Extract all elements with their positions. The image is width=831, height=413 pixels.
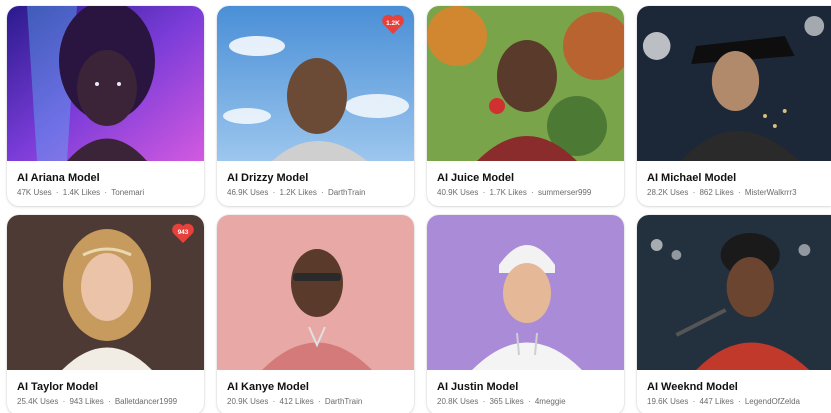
model-stats: 19.6K Uses · 447 Likes · LegendOfZelda (647, 397, 800, 406)
model-card-taylor[interactable]: 943 AI Taylor Model 25.4K Uses · 943 Lik… (7, 215, 204, 413)
uses-count: 19.6K Uses (647, 397, 689, 406)
model-title: AI Weeknd Model (647, 381, 738, 393)
model-title: AI Ariana Model (17, 172, 100, 184)
model-card-michael[interactable]: AI Michael Model 28.2K Uses · 862 Likes … (637, 6, 831, 206)
author-name: Balletdancer1999 (114, 397, 178, 406)
heart-badge-count: 943 (177, 228, 189, 236)
likes-count: 447 Likes (699, 397, 734, 406)
model-thumbnail (217, 215, 414, 370)
likes-count: 412 Likes (279, 397, 314, 406)
author-name: 4meggie (534, 397, 566, 406)
model-title: AI Justin Model (437, 381, 519, 393)
model-card-ariana[interactable]: AI Ariana Model 47K Uses · 1.4K Likes · … (7, 6, 204, 206)
model-card-justin[interactable]: AI Justin Model 20.8K Uses · 365 Likes ·… (427, 215, 624, 413)
author-name: Tonemari (111, 188, 145, 197)
uses-count: 40.9K Uses (437, 188, 479, 197)
model-stats: 46.9K Uses · 1.2K Likes · DarthTrain (227, 188, 366, 197)
author-name: DarthTrain (327, 188, 366, 197)
model-title: AI Kanye Model (227, 381, 309, 393)
uses-count: 28.2K Uses (647, 188, 689, 197)
model-stats: 25.4K Uses · 943 Likes · Balletdancer199… (17, 397, 178, 406)
likes-count: 1.2K Likes (279, 188, 317, 197)
uses-count: 47K Uses (17, 188, 52, 197)
model-card-weeknd[interactable]: AI Weeknd Model 19.6K Uses · 447 Likes ·… (637, 215, 831, 413)
model-stats: 40.9K Uses · 1.7K Likes · summerser999 (437, 188, 592, 197)
likes-count: 1.7K Likes (489, 188, 527, 197)
model-thumbnail (637, 6, 831, 161)
heart-badge-count: 1.2K (386, 19, 400, 27)
model-card-drizzy[interactable]: 1.2K AI Drizzy Model 46.9K Uses · 1.2K L… (217, 6, 414, 206)
author-name: DarthTrain (324, 397, 363, 406)
model-stats: 20.9K Uses · 412 Likes · DarthTrain (227, 397, 363, 406)
model-thumbnail (427, 6, 624, 161)
model-title: AI Drizzy Model (227, 172, 309, 184)
author-name: summerser999 (537, 188, 592, 197)
likes-heart-badge: 1.2K (381, 13, 405, 35)
model-card-kanye[interactable]: AI Kanye Model 20.9K Uses · 412 Likes · … (217, 215, 414, 413)
likes-count: 365 Likes (489, 397, 524, 406)
model-grid: AI Ariana Model 47K Uses · 1.4K Likes · … (0, 0, 831, 413)
uses-count: 46.9K Uses (227, 188, 269, 197)
likes-count: 1.4K Likes (62, 188, 101, 197)
model-title: AI Juice Model (437, 172, 515, 184)
likes-count: 862 Likes (699, 188, 734, 197)
uses-count: 25.4K Uses (17, 397, 59, 406)
model-title: AI Taylor Model (17, 381, 99, 393)
uses-count: 20.9K Uses (227, 397, 269, 406)
author-name: MisterWalkrrr3 (744, 188, 797, 197)
likes-count: 943 Likes (69, 397, 104, 406)
uses-count: 20.8K Uses (437, 397, 479, 406)
model-stats: 28.2K Uses · 862 Likes · MisterWalkrrr3 (647, 188, 797, 197)
model-thumbnail (7, 6, 204, 161)
model-thumbnail (637, 215, 831, 370)
model-thumbnail (427, 215, 624, 370)
model-stats: 47K Uses · 1.4K Likes · Tonemari (17, 188, 145, 197)
model-title: AI Michael Model (647, 172, 737, 184)
author-name: LegendOfZelda (744, 397, 800, 406)
model-card-juice[interactable]: AI Juice Model 40.9K Uses · 1.7K Likes ·… (427, 6, 624, 206)
likes-heart-badge: 943 (171, 222, 195, 244)
model-stats: 20.8K Uses · 365 Likes · 4meggie (437, 397, 566, 406)
